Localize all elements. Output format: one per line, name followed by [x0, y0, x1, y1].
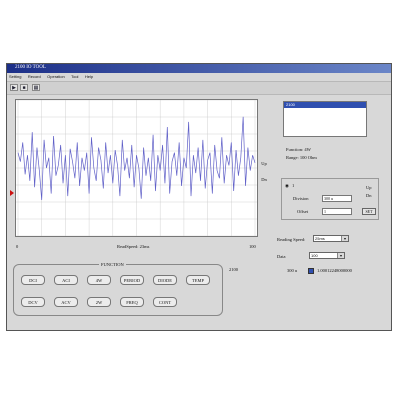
toolbar: ▶ ■ ▦ — [7, 81, 391, 95]
window-title: 2100 IO TOOL — [15, 65, 46, 70]
info-panel: Function: 4W Range: 100 Ohm — [283, 144, 361, 171]
freq-button[interactable]: FREQ — [120, 297, 144, 307]
listbox-selected-item[interactable]: 2100 — [284, 102, 366, 108]
play-icon: ▶ — [12, 85, 16, 91]
dcv-button[interactable]: DCV — [21, 297, 45, 307]
menu-tool[interactable]: Tool — [71, 73, 78, 81]
unit-label: 300 u — [287, 268, 298, 273]
read-speed-label: ReadSpeed: 23ms — [117, 244, 150, 249]
level-marker-icon — [10, 190, 14, 196]
acv-button[interactable]: ACV — [54, 297, 78, 307]
chevron-down-icon: ▾ — [337, 253, 344, 258]
data-value: 100 — [311, 253, 318, 258]
waveform-plot — [15, 99, 258, 237]
scale-up-button[interactable]: Up — [366, 185, 372, 190]
device-listbox[interactable]: 2100 — [283, 101, 367, 137]
x-axis-end: 100 — [249, 244, 256, 249]
grid-button[interactable]: ▦ — [32, 84, 40, 91]
menu-setting[interactable]: Setting — [9, 73, 21, 81]
menu-help[interactable]: Help — [85, 73, 93, 81]
offset-field[interactable]: 1 — [322, 208, 352, 215]
4w-button[interactable]: 4W — [87, 275, 111, 285]
scale-option-label: 1 — [292, 183, 295, 188]
reading-speed-value: 25ms — [315, 236, 325, 241]
cont-button[interactable]: CONT — [153, 297, 177, 307]
menu-operation[interactable]: Operation — [47, 73, 65, 81]
menu-record[interactable]: Record — [28, 73, 41, 81]
chevron-down-icon: ▾ — [341, 236, 348, 241]
device-label: 2100 — [229, 267, 238, 272]
stop-icon: ■ — [22, 85, 26, 91]
reading-speed-label: Reading Speed: — [277, 237, 306, 242]
division-label: Division — [293, 196, 309, 201]
app-window: 2100 IO TOOL Setting Record Operation To… — [6, 63, 392, 331]
period-button[interactable]: PERIOD — [120, 275, 144, 285]
function-panel: FUNCTION DCI ACI 4W PERIOD DIODE TEMP DC… — [13, 262, 223, 316]
function-panel-title: FUNCTION — [99, 262, 126, 267]
scale-dn-button[interactable]: Dn — [366, 193, 372, 198]
trace-color-swatch[interactable] — [308, 268, 314, 274]
function-readout: Function: 4W — [286, 147, 311, 152]
offset-label: Offset — [297, 209, 309, 214]
data-select[interactable]: 100 ▾ — [309, 252, 345, 259]
grid-icon: ▦ — [33, 85, 39, 91]
temp-button[interactable]: TEMP — [186, 275, 210, 285]
waveform-svg — [16, 100, 257, 236]
play-button[interactable]: ▶ — [10, 84, 18, 91]
plot-up-button[interactable]: Up — [259, 160, 269, 168]
title-bar: 2100 IO TOOL — [7, 64, 391, 73]
reading-speed-select[interactable]: 25ms ▾ — [313, 235, 349, 242]
set-button[interactable]: SET — [362, 208, 376, 215]
diode-button[interactable]: DIODE — [153, 275, 177, 285]
dci-button[interactable]: DCI — [21, 275, 45, 285]
scale-radio[interactable]: ◉ — [285, 183, 289, 189]
reading-value: 1.00012248000000 — [317, 268, 352, 273]
x-axis-start: 0 — [16, 244, 19, 249]
plot-dn-button[interactable]: Dn — [259, 176, 269, 184]
data-label: Data — [277, 254, 286, 259]
menu-bar: Setting Record Operation Tool Help — [7, 73, 391, 81]
range-readout: Range: 100 Ohm — [286, 155, 317, 160]
stop-button[interactable]: ■ — [20, 84, 28, 91]
2w-button[interactable]: 2W — [87, 297, 111, 307]
division-field[interactable]: 300 u — [322, 195, 352, 202]
scale-panel: ◉ 1 Division 300 u Offset 1 Up Dn SET — [281, 178, 379, 220]
aci-button[interactable]: ACI — [54, 275, 78, 285]
